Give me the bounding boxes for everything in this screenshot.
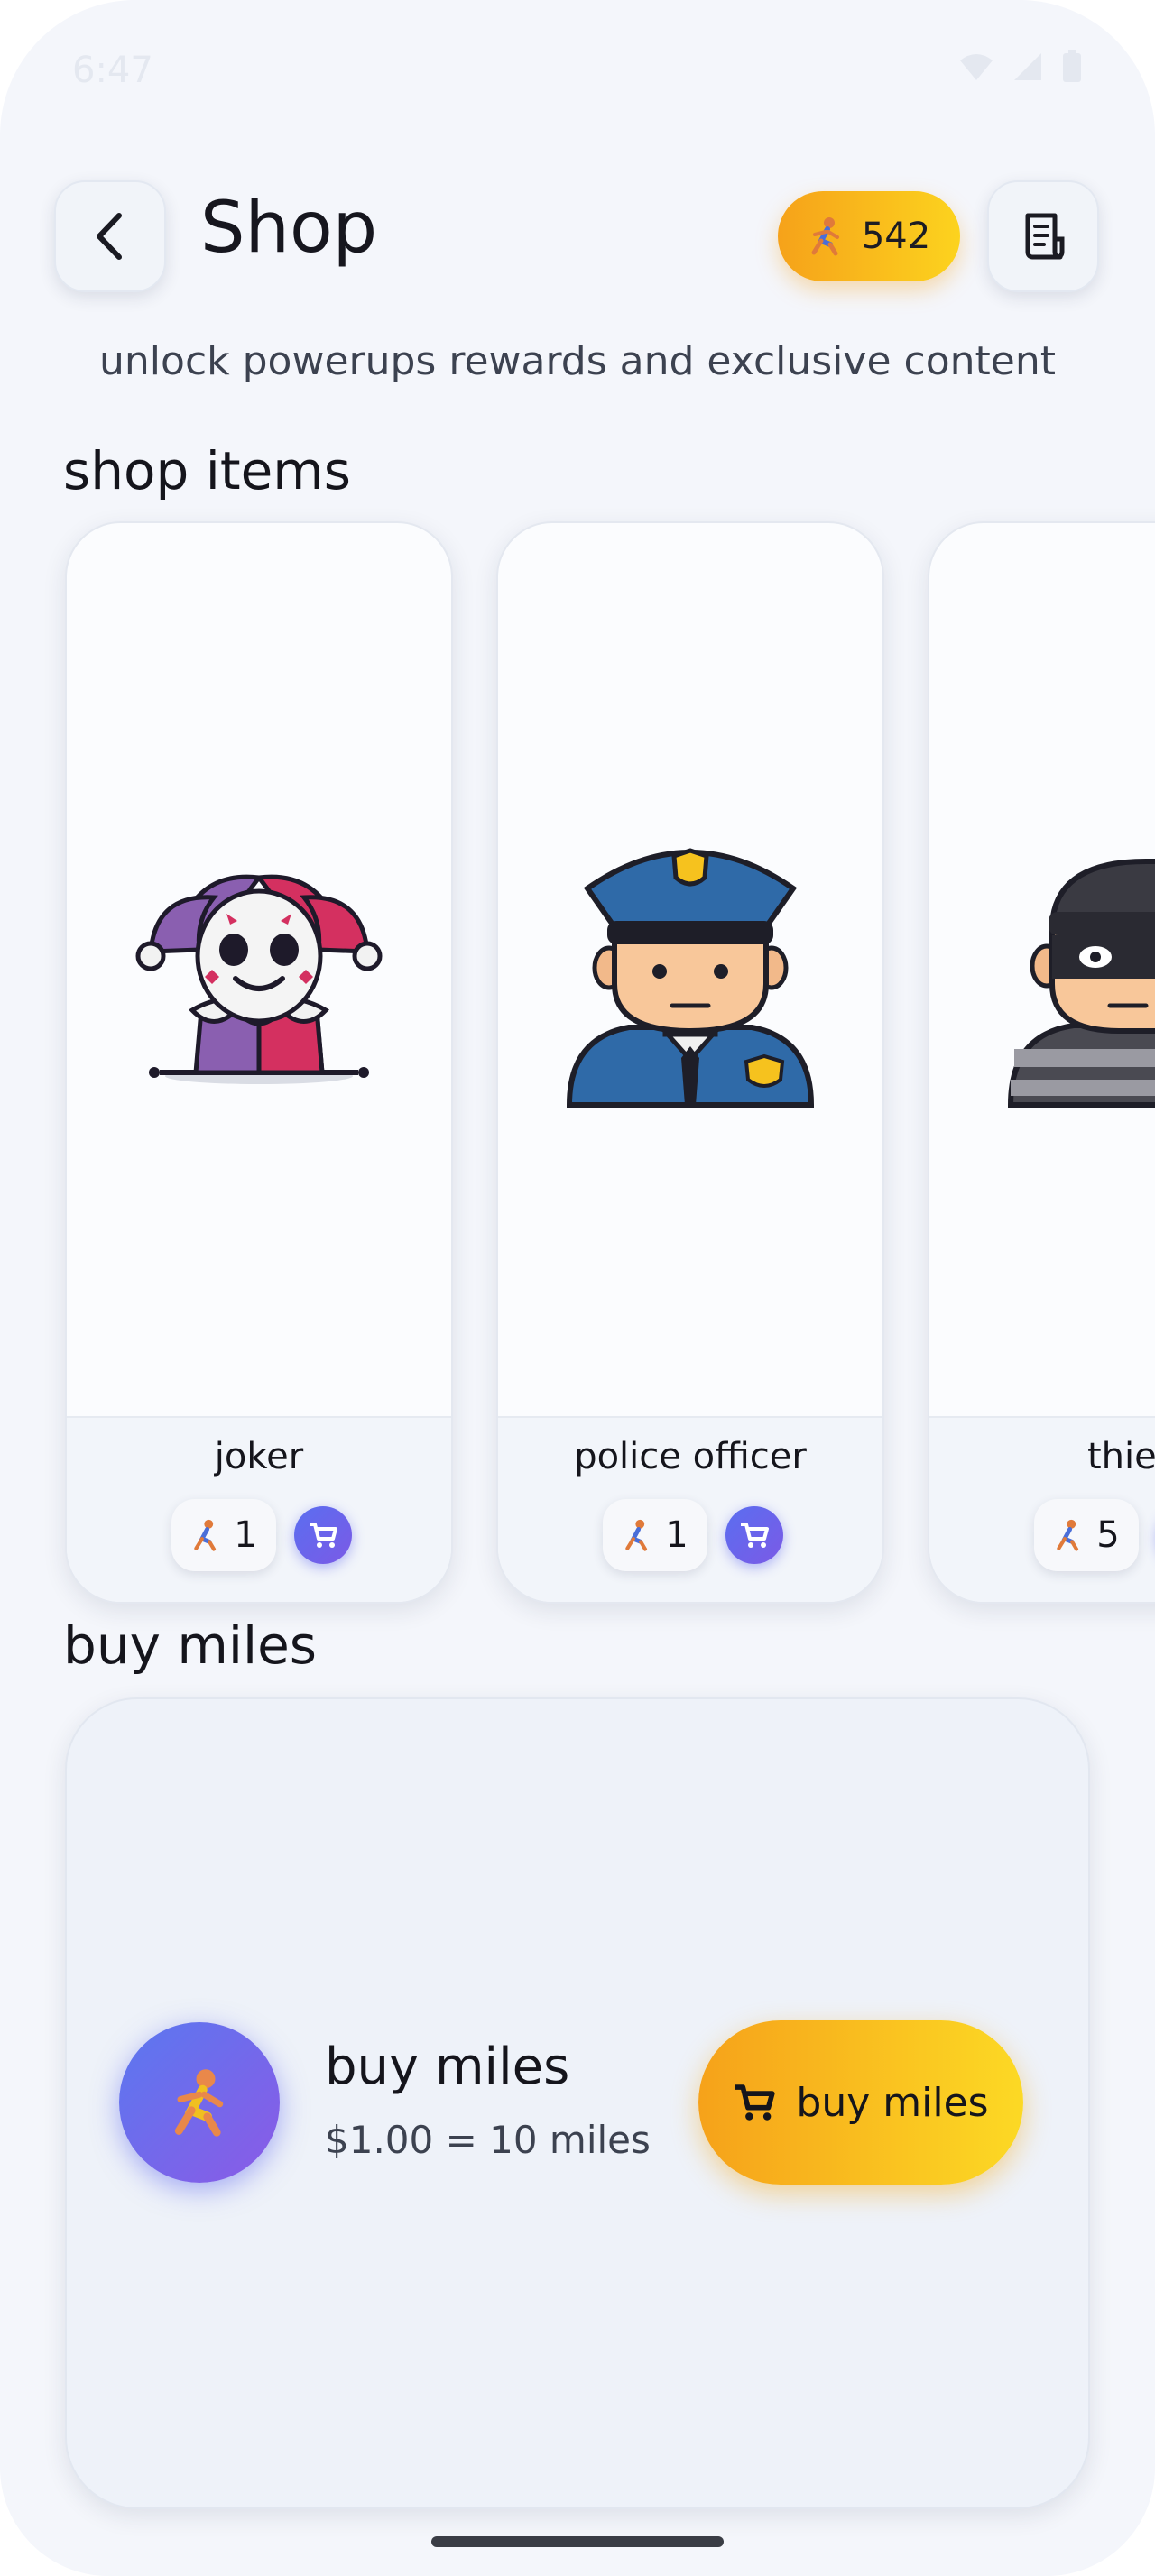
add-to-cart-button[interactable] [725,1506,783,1564]
coin-balance-value: 542 [861,216,931,257]
battery-icon [1063,50,1081,82]
police-avatar-icon [566,848,815,1108]
item-price-chip: 5 [1034,1499,1139,1571]
jester-avatar-icon [135,874,383,1084]
item-price: 1 [234,1514,257,1556]
cart-icon [310,1523,337,1548]
item-price-chip: 1 [603,1499,707,1571]
signal-icon [1014,53,1041,80]
buy-miles-button-label: buy miles [796,2079,989,2126]
status-bar: 6:47 [72,50,1083,95]
miles-avatar [119,2022,280,2183]
coin-balance-badge[interactable]: 542 [778,191,960,281]
buy-miles-card: buy miles $1.00 = 10 miles buy miles [65,1697,1090,2509]
item-name: joker [214,1436,304,1477]
cart-icon [741,1523,769,1548]
runner-icon [625,1519,648,1551]
runner-icon [194,1519,217,1551]
card-footer: joker 1 [67,1416,451,1602]
status-icons [958,50,1083,84]
runner-icon [174,2069,224,2137]
back-button[interactable] [54,180,166,292]
add-to-cart-button[interactable] [294,1506,352,1564]
shop-items-heading: shop items [63,440,351,501]
joker-image [67,523,451,1416]
shop-item-card-thief[interactable]: thief 5 [928,521,1155,1604]
shop-item-card-police-officer[interactable]: police officer 1 [496,521,884,1604]
thief-avatar-icon [1007,859,1155,1108]
shop-item-card-joker[interactable]: joker 1 [65,521,453,1604]
purchase-history-button[interactable] [987,180,1099,292]
status-time: 6:47 [72,50,153,91]
buy-miles-heading: buy miles [63,1615,317,1676]
page-subtitle: unlock powerups rewards and exclusive co… [99,338,1056,384]
wifi-icon [960,54,993,80]
page-title: Shop [200,188,378,269]
miles-exchange-rate: $1.00 = 10 miles [325,2118,651,2162]
card-footer: police officer 1 [498,1416,882,1602]
runner-icon [1057,1519,1079,1551]
thief-image [929,523,1155,1416]
runner-icon [811,217,839,256]
cart-icon [735,2084,776,2121]
item-price: 5 [1096,1514,1120,1556]
item-name: police officer [574,1436,807,1477]
home-indicator[interactable] [431,2536,724,2547]
item-price: 1 [665,1514,688,1556]
item-name: thief [1087,1436,1155,1477]
item-price-chip: 1 [171,1499,276,1571]
buy-miles-button[interactable]: buy miles [698,2020,1023,2185]
chevron-left-icon [97,213,122,260]
police-officer-image [498,523,882,1416]
card-footer: thief 5 [929,1416,1155,1602]
receipt-icon [1025,213,1065,260]
app-screen: 6:47 Shop 542 unlock powerups rewards an… [0,0,1155,2576]
miles-card-title: buy miles [325,2038,570,2096]
